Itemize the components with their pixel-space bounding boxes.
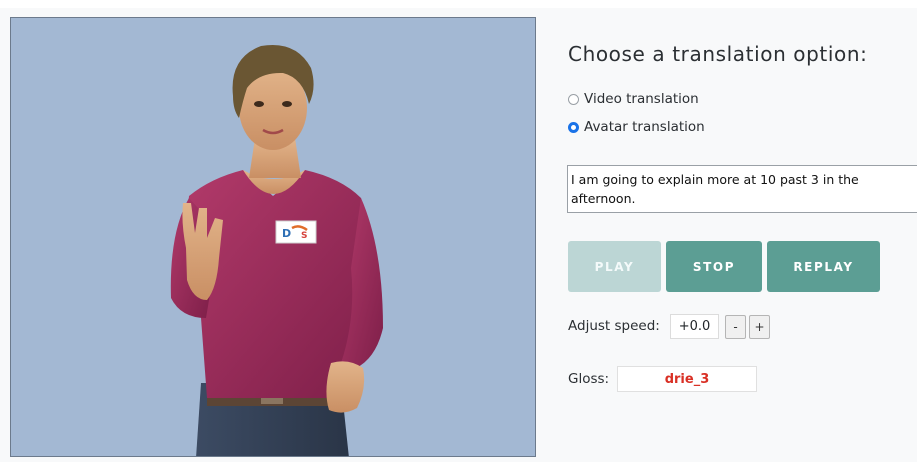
play-button[interactable]: PLAY — [568, 241, 661, 292]
video-translation-label: Video translation — [584, 91, 699, 107]
speed-value: +0.0 — [670, 314, 719, 339]
gloss-label: Gloss: — [568, 371, 610, 387]
avatar-viewport: D S — [10, 17, 536, 457]
option-video-translation[interactable]: Video translation — [568, 91, 699, 107]
replay-button[interactable]: REPLAY — [767, 241, 880, 292]
gloss-value: drie_3 — [617, 366, 757, 392]
speed-label: Adjust speed: — [568, 318, 660, 334]
svg-text:D: D — [282, 227, 291, 240]
option-avatar-translation[interactable]: Avatar translation — [568, 119, 705, 135]
video-translation-radio[interactable] — [568, 93, 579, 105]
speed-decrease-button[interactable]: - — [725, 315, 746, 339]
stop-button[interactable]: STOP — [666, 241, 762, 292]
speed-increase-button[interactable]: + — [749, 315, 770, 339]
avatar-translation-label: Avatar translation — [584, 119, 705, 135]
svg-text:S: S — [301, 231, 307, 241]
translation-panel: Choose a translation option: Video trans… — [567, 0, 917, 462]
signing-avatar: D S — [170, 44, 383, 456]
translation-text-input[interactable]: I am going to explain more at 10 past 3 … — [567, 165, 917, 213]
panel-heading: Choose a translation option: — [568, 42, 868, 66]
avatar-translation-radio[interactable] — [568, 121, 579, 133]
